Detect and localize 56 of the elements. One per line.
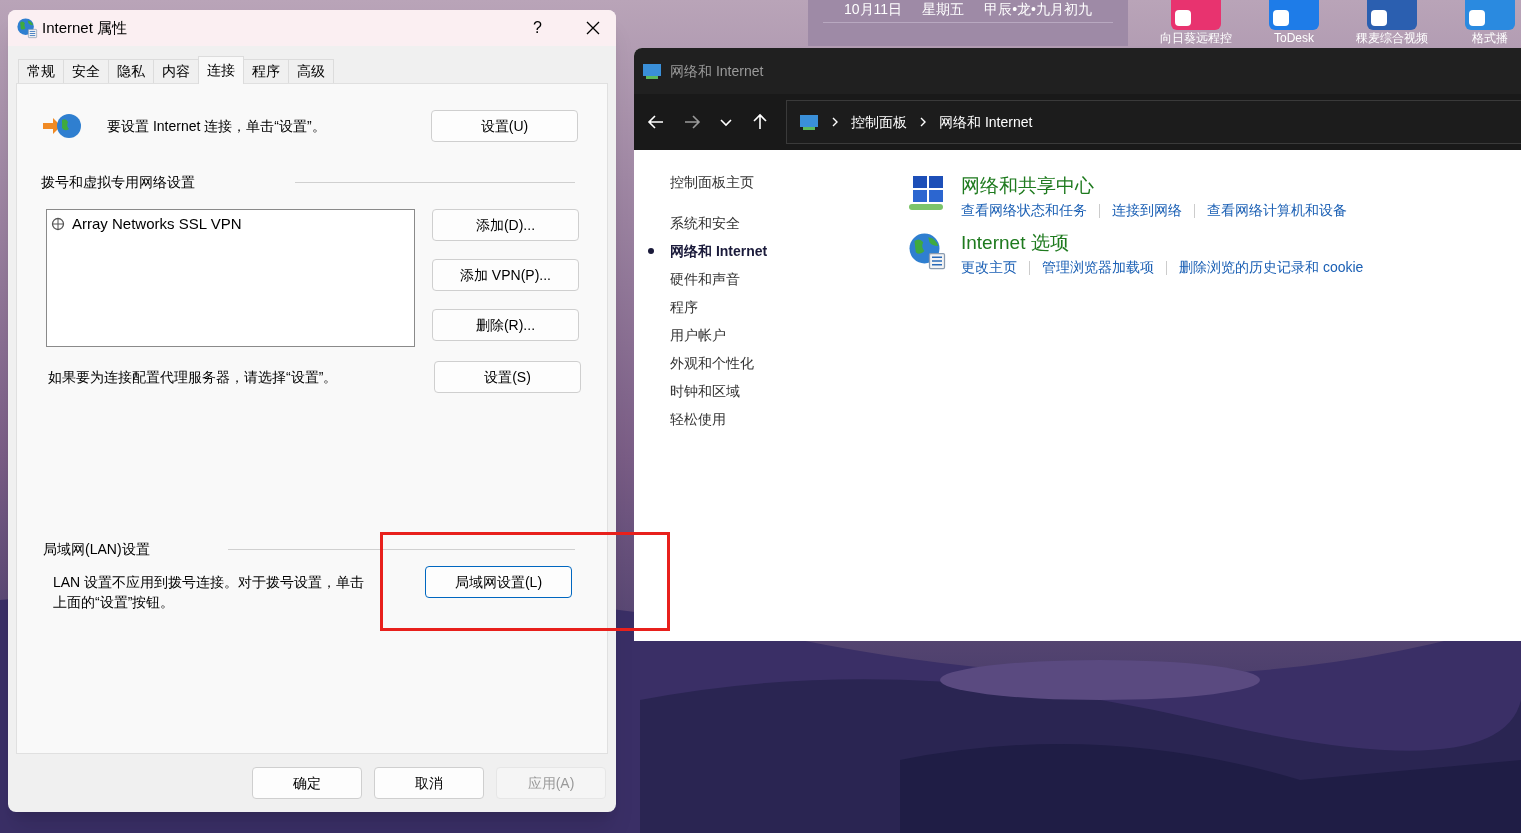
sidebar-link[interactable]: 网络和 Internet [670, 240, 768, 262]
category-title[interactable]: 网络和共享中心 [961, 174, 1347, 198]
globe-document-icon [907, 231, 947, 271]
chevron-right-icon [831, 116, 839, 128]
app-shortcut-icon[interactable] [1367, 0, 1417, 30]
task-link[interactable]: 删除浏览的历史记录和 cookie [1179, 257, 1364, 278]
task-link[interactable]: 连接到网络 [1112, 200, 1182, 221]
category-title[interactable]: Internet 选项 [961, 231, 1364, 255]
sidebar-link[interactable]: 轻松使用 [670, 408, 726, 430]
chevron-right-icon [919, 116, 927, 128]
dialog-button[interactable]: 添加(D)... [432, 209, 579, 241]
breadcrumb-item[interactable]: 控制面板 [851, 111, 907, 133]
sidebar-link[interactable]: 时钟和区域 [670, 380, 740, 402]
app-shortcut-icon[interactable] [1171, 0, 1221, 30]
lan-note: LAN 设置不应用到拨号连接。对于拨号设置，单击上面的“设置”按钮。 [53, 573, 366, 612]
proxy-text: 如果要为连接配置代理服务器，请选择“设置”。 [48, 367, 339, 387]
dialog-button[interactable]: 取消 [374, 767, 484, 799]
sidebar-link[interactable]: 系统和安全 [670, 212, 740, 234]
setup-text: 要设置 Internet 连接，单击“设置”。 [107, 116, 327, 136]
breadcrumb-item[interactable]: 网络和 Internet [939, 111, 1033, 133]
help-button[interactable]: ? [533, 16, 542, 40]
tab[interactable]: 连接 [198, 56, 244, 84]
sidebar-link[interactable]: 程序 [670, 296, 698, 318]
close-icon[interactable] [586, 21, 600, 35]
window-title: Internet 属性 [42, 17, 128, 38]
sidebar-link[interactable]: 外观和个性化 [670, 352, 754, 374]
tab[interactable]: 高级 [288, 59, 334, 84]
app-shortcut-icon[interactable] [1465, 0, 1515, 30]
sidebar-link[interactable]: 控制面板主页 [670, 171, 754, 193]
widget-date: 10月11日 [844, 0, 903, 18]
widget-weekday: 星期五 [922, 0, 965, 18]
section-heading: 局域网(LAN)设置 [43, 540, 150, 559]
network-folder-icon [642, 62, 662, 80]
vpn-globe-icon [50, 217, 66, 232]
task-link[interactable]: 查看网络状态和任务 [961, 200, 1087, 221]
connection-item[interactable]: Array Networks SSL VPN [50, 213, 411, 236]
tab[interactable]: 常规 [18, 59, 64, 84]
dialog-button[interactable]: 添加 VPN(P)... [432, 259, 579, 291]
dialog-button[interactable]: 删除(R)... [432, 309, 579, 341]
dialog-button[interactable]: 确定 [252, 767, 362, 799]
section-heading: 拨号和虚拟专用网络设置 [41, 173, 195, 192]
app-shortcut-icon[interactable] [1269, 0, 1319, 30]
task-link[interactable]: 更改主页 [961, 257, 1017, 278]
sidebar-link[interactable]: 用户帐户 [670, 324, 726, 346]
network-folder-icon [799, 113, 819, 131]
dialog-button[interactable]: 局域网设置(L) [425, 566, 572, 598]
dialog-button[interactable]: 设置(S) [434, 361, 581, 393]
sidebar-link[interactable]: 硬件和声音 [670, 268, 740, 290]
address-bar[interactable]: 控制面板 网络和 Internet [786, 100, 1521, 144]
dialog-button[interactable]: 设置(U) [431, 110, 578, 142]
window-title: 网络和 Internet [670, 61, 764, 81]
globe-document-icon [16, 17, 38, 39]
task-link[interactable]: 查看网络计算机和设备 [1207, 200, 1347, 221]
task-link[interactable]: 管理浏览器加载项 [1042, 257, 1154, 278]
widget-lunar: 甲辰•龙•九月初九 [984, 0, 1092, 18]
connection-list[interactable]: Array Networks SSL VPN [46, 209, 415, 347]
